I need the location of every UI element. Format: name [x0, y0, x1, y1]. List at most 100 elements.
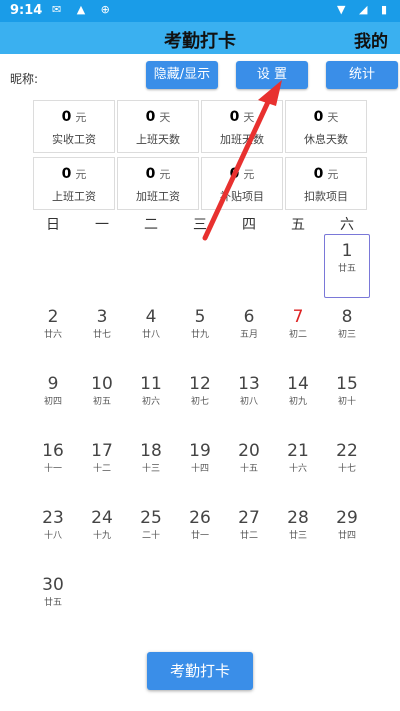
day-number: 25 — [140, 508, 162, 528]
stat-unit: 天 — [159, 111, 171, 124]
weekday-label: 一 — [95, 217, 109, 233]
calendar-day[interactable]: 23 十八 — [30, 502, 76, 566]
calendar-day[interactable]: 14 初九 — [275, 368, 321, 432]
checkin-button[interactable]: 考勤打卡 — [147, 652, 253, 690]
lunar-date: 廿七 — [92, 330, 111, 340]
mine-button[interactable]: 我的 — [354, 27, 388, 52]
day-number: 3 — [96, 307, 108, 327]
calendar-day[interactable]: 4 廿八 — [128, 301, 174, 365]
calendar-day[interactable]: 7 初二 — [275, 301, 321, 365]
stat-value-row: 0元 — [34, 166, 114, 182]
calendar-day[interactable]: 27 廿二 — [226, 502, 272, 566]
calendar-day[interactable]: 13 初八 — [226, 368, 272, 432]
stat-value-row: 0元 — [118, 166, 198, 182]
lunar-date: 二十 — [141, 531, 160, 541]
day-number: 2 — [47, 307, 59, 327]
calendar-day[interactable]: 12 初七 — [177, 368, 223, 432]
day-number: 16 — [42, 441, 64, 461]
calendar-day[interactable]: 8 初三 — [324, 301, 370, 365]
stat-label: 补贴项目 — [220, 190, 264, 203]
day-number: 9 — [47, 374, 59, 394]
calendar-day[interactable]: 5 廿九 — [177, 301, 223, 365]
day-number: 14 — [287, 374, 309, 394]
lunar-date: 廿三 — [288, 531, 307, 541]
settings-button[interactable]: 设 置 — [236, 61, 308, 89]
day-number: 30 — [42, 575, 64, 595]
day-number: 22 — [336, 441, 358, 461]
lunar-date: 十二 — [92, 464, 111, 474]
calendar-day[interactable]: 18 十三 — [128, 435, 174, 499]
calendar-day[interactable]: 25 二十 — [128, 502, 174, 566]
stat-label: 上班工资 — [52, 190, 96, 203]
stat-card: 0 天休息天数 — [285, 100, 367, 153]
stat-value: 0 — [61, 166, 72, 182]
calendar-day[interactable]: 9 初四 — [30, 368, 76, 432]
lunar-date: 廿八 — [141, 330, 160, 340]
stat-value-row: 0元 — [34, 109, 114, 125]
calendar-day[interactable]: 10 初五 — [79, 368, 125, 432]
lunar-date: 初九 — [288, 397, 307, 407]
status-time: 9:14 — [10, 3, 43, 18]
stat-unit: 元 — [327, 168, 339, 181]
stat-card: 0 元上班工资 — [33, 157, 115, 210]
stat-card: 0 元补贴项目 — [201, 157, 283, 210]
stat-label: 扣款项目 — [304, 190, 348, 203]
notification-icons: ✉ ▲ ⊕ — [52, 3, 116, 16]
day-number: 26 — [189, 508, 211, 528]
day-number: 6 — [243, 307, 255, 327]
calendar-day[interactable]: 17 十二 — [79, 435, 125, 499]
calendar-day[interactable]: 19 十四 — [177, 435, 223, 499]
lunar-date: 初六 — [141, 397, 160, 407]
calendar-day[interactable]: 16 十一 — [30, 435, 76, 499]
stat-label: 休息天数 — [304, 133, 348, 146]
calendar-day[interactable]: 11 初六 — [128, 368, 174, 432]
stat-unit: 元 — [243, 168, 255, 181]
calendar-day[interactable]: 3 廿七 — [79, 301, 125, 365]
lunar-date: 初二 — [288, 330, 307, 340]
stat-value-row: 0天 — [286, 109, 366, 125]
calendar-day-selected[interactable]: 1 廿五 — [324, 234, 370, 298]
day-number: 29 — [336, 508, 358, 528]
calendar-day[interactable]: 28 廿三 — [275, 502, 321, 566]
lunar-date: 十三 — [141, 464, 160, 474]
calendar-day[interactable]: 15 初十 — [324, 368, 370, 432]
stat-value: 0 — [229, 166, 240, 182]
weekday-label: 三 — [193, 217, 207, 233]
day-number: 24 — [91, 508, 113, 528]
calendar-day[interactable]: 30 廿五 — [30, 569, 76, 633]
weekday-label: 日 — [46, 217, 60, 233]
day-number: 23 — [42, 508, 64, 528]
day-number: 7 — [292, 307, 304, 327]
calendar-day[interactable]: 22 十七 — [324, 435, 370, 499]
lunar-date: 初七 — [190, 397, 209, 407]
stat-value-row: 0天 — [118, 109, 198, 125]
lunar-date: 廿五 — [43, 598, 62, 608]
calendar-day[interactable]: 2 廿六 — [30, 301, 76, 365]
lunar-date: 初八 — [239, 397, 258, 407]
calendar-day[interactable]: 20 十五 — [226, 435, 272, 499]
hide-show-button[interactable]: 隐藏/显示 — [146, 61, 218, 89]
calendar-day[interactable]: 6 五月 — [226, 301, 272, 365]
day-number: 17 — [91, 441, 113, 461]
day-number: 20 — [238, 441, 260, 461]
lunar-date: 十八 — [43, 531, 62, 541]
lunar-date: 廿四 — [337, 531, 356, 541]
stat-value: 0 — [313, 109, 324, 125]
stat-value: 0 — [229, 109, 240, 125]
calendar-day[interactable]: 26 廿一 — [177, 502, 223, 566]
day-number: 5 — [194, 307, 206, 327]
lunar-date: 廿九 — [190, 330, 209, 340]
day-number: 1 — [341, 241, 353, 261]
lunar-date: 十四 — [190, 464, 209, 474]
stat-label: 实收工资 — [52, 133, 96, 146]
lunar-date: 初十 — [337, 397, 356, 407]
calendar-day[interactable]: 24 十九 — [79, 502, 125, 566]
calendar-day[interactable]: 21 十六 — [275, 435, 321, 499]
stats-button[interactable]: 统计 — [326, 61, 398, 89]
lunar-date: 十六 — [288, 464, 307, 474]
lunar-date: 初四 — [43, 397, 62, 407]
stat-unit: 天 — [243, 111, 255, 124]
calendar-day[interactable]: 29 廿四 — [324, 502, 370, 566]
day-number: 4 — [145, 307, 157, 327]
stat-label: 上班天数 — [136, 133, 180, 146]
